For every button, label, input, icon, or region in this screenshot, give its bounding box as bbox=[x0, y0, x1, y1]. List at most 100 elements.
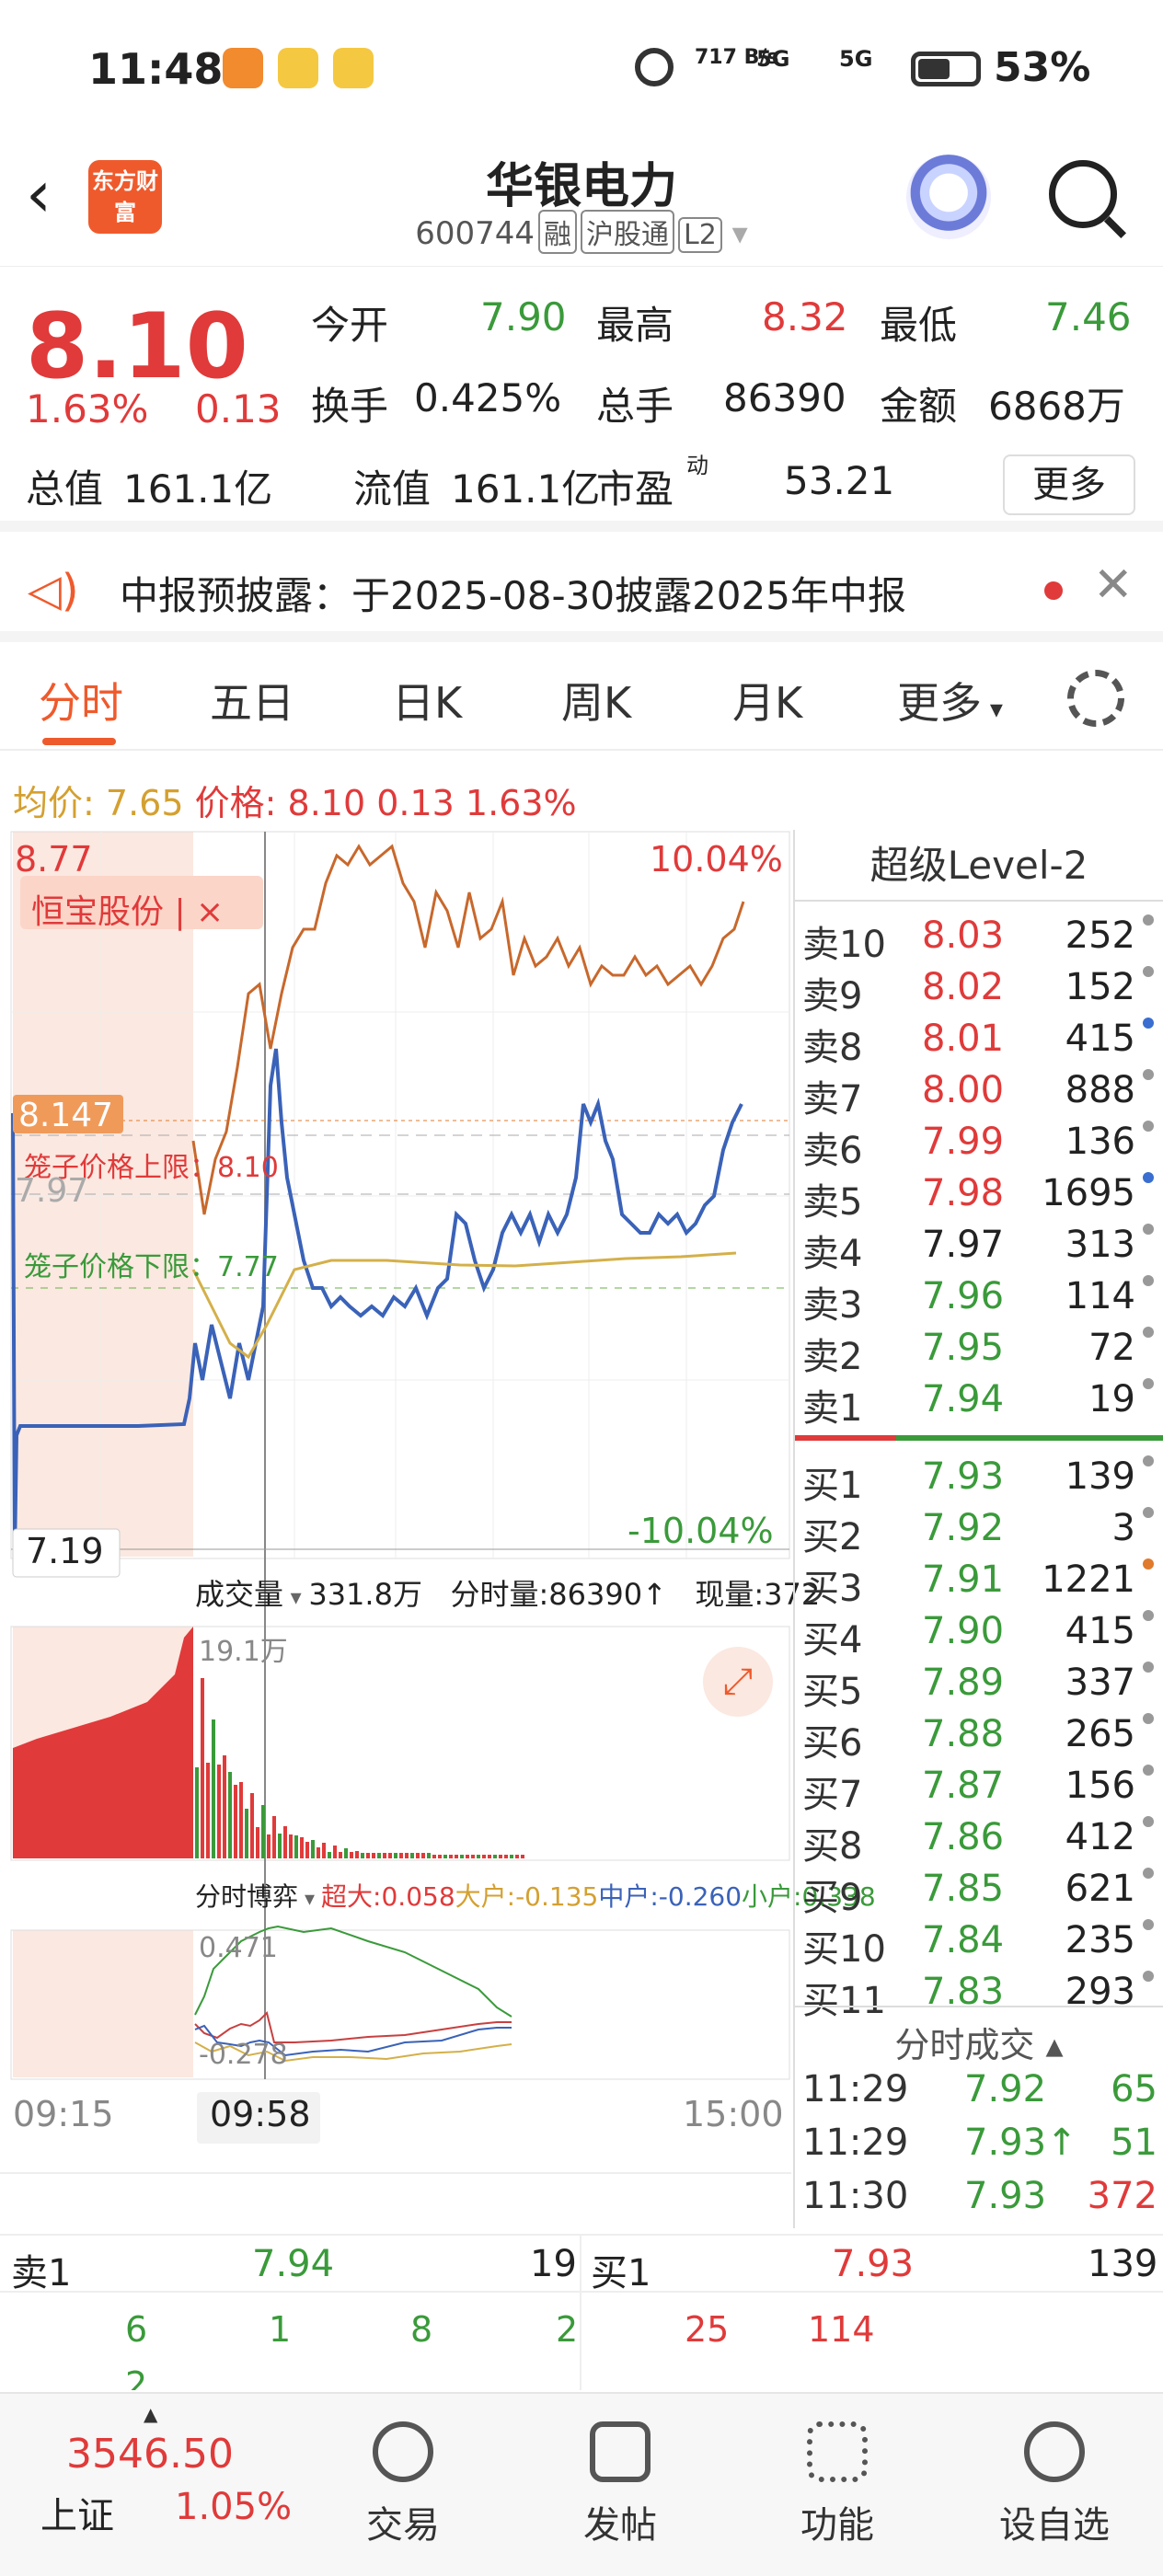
bid-level: 买1 bbox=[802, 1465, 863, 1507]
bid-row[interactable]: 买11 7.83 293 bbox=[795, 1971, 1163, 2022]
stock-code-row[interactable]: 600744 融沪股通 L2 ▾ bbox=[0, 210, 1163, 254]
bid-marker-dot bbox=[1143, 1816, 1154, 1827]
close-icon[interactable]: ✕ bbox=[1093, 558, 1134, 613]
bid-level: 买7 bbox=[802, 1774, 863, 1816]
bid-row[interactable]: 买10 7.84 235 bbox=[795, 1919, 1163, 1971]
edit-icon bbox=[590, 2421, 651, 2482]
volume-bar bbox=[410, 1853, 414, 1858]
bid-row[interactable]: 买5 7.89 337 bbox=[795, 1662, 1163, 1713]
bid-row[interactable]: 买4 7.90 415 bbox=[795, 1610, 1163, 1662]
bid-price: 7.87 bbox=[922, 1765, 1005, 1807]
nav-functions[interactable]: 功能 bbox=[754, 2421, 920, 2548]
top-pct-label: 10.04% bbox=[650, 839, 783, 880]
chevron-down-icon[interactable]: ▾ bbox=[732, 215, 748, 252]
ask-level: 卖4 bbox=[802, 1233, 863, 1275]
ask-row[interactable]: 卖10 8.03 252 bbox=[795, 914, 1163, 966]
ask-row[interactable]: 卖4 7.97 313 bbox=[795, 1224, 1163, 1275]
low-label: 最低 bbox=[880, 303, 958, 348]
status-time: 11:48 bbox=[88, 44, 224, 94]
volume-bar bbox=[245, 1809, 248, 1858]
ask-row[interactable]: 卖1 7.94 19 bbox=[795, 1378, 1163, 1430]
tick-volume: 65 bbox=[1111, 2068, 1157, 2110]
bid-row[interactable]: 买6 7.88 265 bbox=[795, 1713, 1163, 1765]
tick-row: 11:29 7.93↑ 51 bbox=[795, 2122, 1163, 2173]
volume-bar bbox=[234, 1785, 237, 1858]
tab-more[interactable]: 更多 ▾ bbox=[897, 670, 1003, 730]
ticks-title[interactable]: 分时成交 ▴ bbox=[795, 2017, 1163, 2067]
ask-row[interactable]: 卖2 7.95 72 bbox=[795, 1327, 1163, 1378]
volume-bar bbox=[267, 1834, 271, 1858]
ask-row[interactable]: 卖5 7.98 1695 bbox=[795, 1172, 1163, 1224]
tab-daily-k[interactable]: 日K bbox=[392, 670, 462, 730]
volume-bar bbox=[488, 1855, 491, 1858]
notice-bar[interactable]: ◁) 中报预披露：于2025-08-30披露2025年中报 ✕ bbox=[0, 532, 1163, 642]
more-dots-icon bbox=[1024, 2421, 1085, 2482]
ask-row[interactable]: 卖9 8.02 152 bbox=[795, 966, 1163, 1018]
assistant-robot-icon[interactable] bbox=[906, 155, 991, 239]
ask-volume: 888 bbox=[1065, 1069, 1135, 1111]
volume-bar bbox=[250, 1793, 254, 1858]
nav-post-label: 发帖 bbox=[583, 2504, 657, 2547]
search-icon[interactable] bbox=[1049, 160, 1117, 228]
volume-bar bbox=[521, 1855, 524, 1858]
bid-marker-dot bbox=[1143, 1919, 1154, 1930]
bid-level: 买8 bbox=[802, 1825, 863, 1868]
ask-level: 卖8 bbox=[802, 1027, 863, 1069]
bid-row[interactable]: 买9 7.85 621 bbox=[795, 1868, 1163, 1919]
cage-lower-label: 笼子价格下限：7.77 bbox=[24, 1251, 279, 1283]
tick-price: 7.93↑ bbox=[964, 2122, 1077, 2164]
ask-row[interactable]: 卖3 7.96 114 bbox=[795, 1275, 1163, 1327]
volume-title[interactable]: 成交量 bbox=[195, 1577, 283, 1612]
queue-sell-volume: 19 bbox=[530, 2243, 577, 2285]
volume-bar bbox=[399, 1853, 403, 1858]
nav-trade[interactable]: 交易 bbox=[320, 2421, 486, 2548]
ask-row[interactable]: 卖8 8.01 415 bbox=[795, 1018, 1163, 1069]
open-label: 今开 bbox=[311, 303, 389, 348]
queue-buy-order: 25 bbox=[685, 2309, 730, 2350]
volume-bar bbox=[482, 1855, 486, 1858]
bid-row[interactable]: 买3 7.91 1221 bbox=[795, 1558, 1163, 1610]
tab-weekly-k[interactable]: 周K bbox=[561, 670, 631, 730]
bid-marker-dot bbox=[1143, 1971, 1154, 1982]
bid-volume: 139 bbox=[1065, 1455, 1135, 1498]
ask-row[interactable]: 卖7 8.00 888 bbox=[795, 1069, 1163, 1121]
top-price-label: 8.77 bbox=[15, 839, 93, 880]
tab-five-day[interactable]: 五日 bbox=[210, 670, 294, 730]
tick-row: 11:29 7.92 65 bbox=[795, 2068, 1163, 2120]
nav-post[interactable]: 发帖 bbox=[537, 2421, 703, 2548]
index-ticker[interactable]: ▲ 3546.50 上证 1.05% bbox=[37, 2403, 294, 2559]
bid-row[interactable]: 买8 7.86 412 bbox=[795, 1816, 1163, 1868]
intraday-chart[interactable]: 8.77 10.04% 恒宝股份 | × 8.147 笼子价格上限：8.10 7… bbox=[0, 828, 876, 2226]
volume-bar bbox=[212, 1719, 215, 1858]
ask-row[interactable]: 卖6 7.99 136 bbox=[795, 1121, 1163, 1172]
tab-monthly-k[interactable]: 月K bbox=[732, 670, 802, 730]
level2-title[interactable]: 超级Level-2 bbox=[795, 830, 1163, 902]
game-title[interactable]: 分时博弈 bbox=[195, 1881, 298, 1912]
ask-volume: 136 bbox=[1065, 1121, 1135, 1163]
ask-bid-ratio-red bbox=[795, 1435, 896, 1441]
weibo-icon bbox=[278, 48, 318, 88]
bid-row[interactable]: 买7 7.87 156 bbox=[795, 1765, 1163, 1816]
ask-price: 7.95 bbox=[922, 1327, 1005, 1369]
tab-intraday[interactable]: 分时 bbox=[39, 670, 123, 730]
volume-bar bbox=[333, 1846, 337, 1858]
cursor-price: 7.19 bbox=[26, 1531, 104, 1571]
bid-row[interactable]: 买2 7.92 3 bbox=[795, 1507, 1163, 1558]
game-mid: 中户:-0.260 bbox=[598, 1881, 743, 1912]
volume-bar bbox=[443, 1855, 447, 1858]
ask-marker-dot bbox=[1143, 1327, 1154, 1338]
volume-bar bbox=[383, 1853, 386, 1858]
caret-down-icon: ▾ bbox=[982, 694, 1003, 724]
bid-row[interactable]: 买1 7.93 139 bbox=[795, 1455, 1163, 1507]
ask-marker-dot bbox=[1143, 1172, 1154, 1183]
nav-add-watchlist[interactable]: 设自选 bbox=[972, 2421, 1137, 2548]
related-stock-badge[interactable]: 恒宝股份 | × bbox=[31, 885, 224, 933]
ask-price: 7.98 bbox=[922, 1172, 1005, 1214]
stock-code: 600744 bbox=[415, 215, 535, 252]
volume-bar bbox=[283, 1826, 287, 1858]
mcap-value: 161.1亿 bbox=[123, 466, 273, 512]
signal-5g-label: 5G bbox=[756, 46, 790, 72]
more-button[interactable]: 更多 bbox=[1003, 454, 1135, 515]
expand-icon[interactable]: ⤢ bbox=[703, 1647, 773, 1717]
settings-gear-icon[interactable] bbox=[1067, 670, 1124, 727]
